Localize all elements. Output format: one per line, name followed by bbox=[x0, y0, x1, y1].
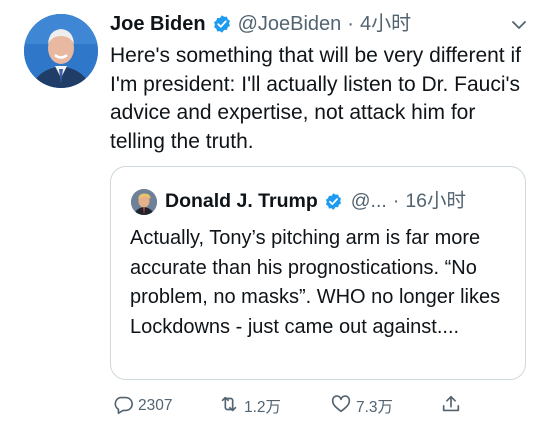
chevron-down-icon[interactable] bbox=[510, 16, 528, 34]
separator-dot: · bbox=[392, 190, 400, 212]
tweet-time[interactable]: 4小时 bbox=[360, 12, 411, 36]
author-handle[interactable]: @JoeBiden bbox=[238, 12, 342, 36]
verified-badge-icon bbox=[324, 192, 343, 211]
retweet-count: 1.2万 bbox=[244, 399, 282, 416]
share-icon bbox=[440, 393, 466, 420]
like-count: 7.3万 bbox=[356, 399, 394, 416]
quoted-author-name[interactable]: Donald J. Trump bbox=[165, 188, 318, 214]
quoted-author-handle[interactable]: @... bbox=[351, 188, 387, 214]
separator-dot: · bbox=[347, 13, 354, 35]
quoted-tweet-card[interactable]: Donald J. Trump @... · 16小时 Actually, To… bbox=[110, 166, 526, 380]
tweet-header: Joe Biden @JoeBiden · 4小时 bbox=[110, 12, 411, 36]
author-avatar[interactable] bbox=[24, 14, 98, 88]
tweet-text: Here's something that will be very diffe… bbox=[110, 44, 521, 153]
quoted-tweet-time[interactable]: 16小时 bbox=[405, 188, 466, 214]
verified-badge-icon bbox=[212, 14, 232, 34]
tweet-action-bar: 2307 1.2万 7.3万 bbox=[0, 393, 550, 419]
share-button[interactable] bbox=[440, 393, 466, 419]
like-icon bbox=[330, 393, 356, 420]
author-name[interactable]: Joe Biden bbox=[110, 12, 206, 36]
retweet-button[interactable]: 1.2万 bbox=[218, 393, 281, 419]
quoted-tweet-text: Actually, Tony’s pitching arm is far mor… bbox=[130, 227, 501, 338]
retweet-icon bbox=[218, 393, 244, 420]
quoted-author-avatar[interactable] bbox=[131, 189, 157, 215]
reply-count: 2307 bbox=[138, 397, 173, 414]
reply-icon bbox=[112, 393, 138, 420]
like-button[interactable]: 7.3万 bbox=[330, 393, 393, 419]
reply-button[interactable]: 2307 bbox=[112, 393, 172, 419]
quoted-tweet-header: Donald J. Trump @... · 16小时 bbox=[165, 188, 466, 214]
